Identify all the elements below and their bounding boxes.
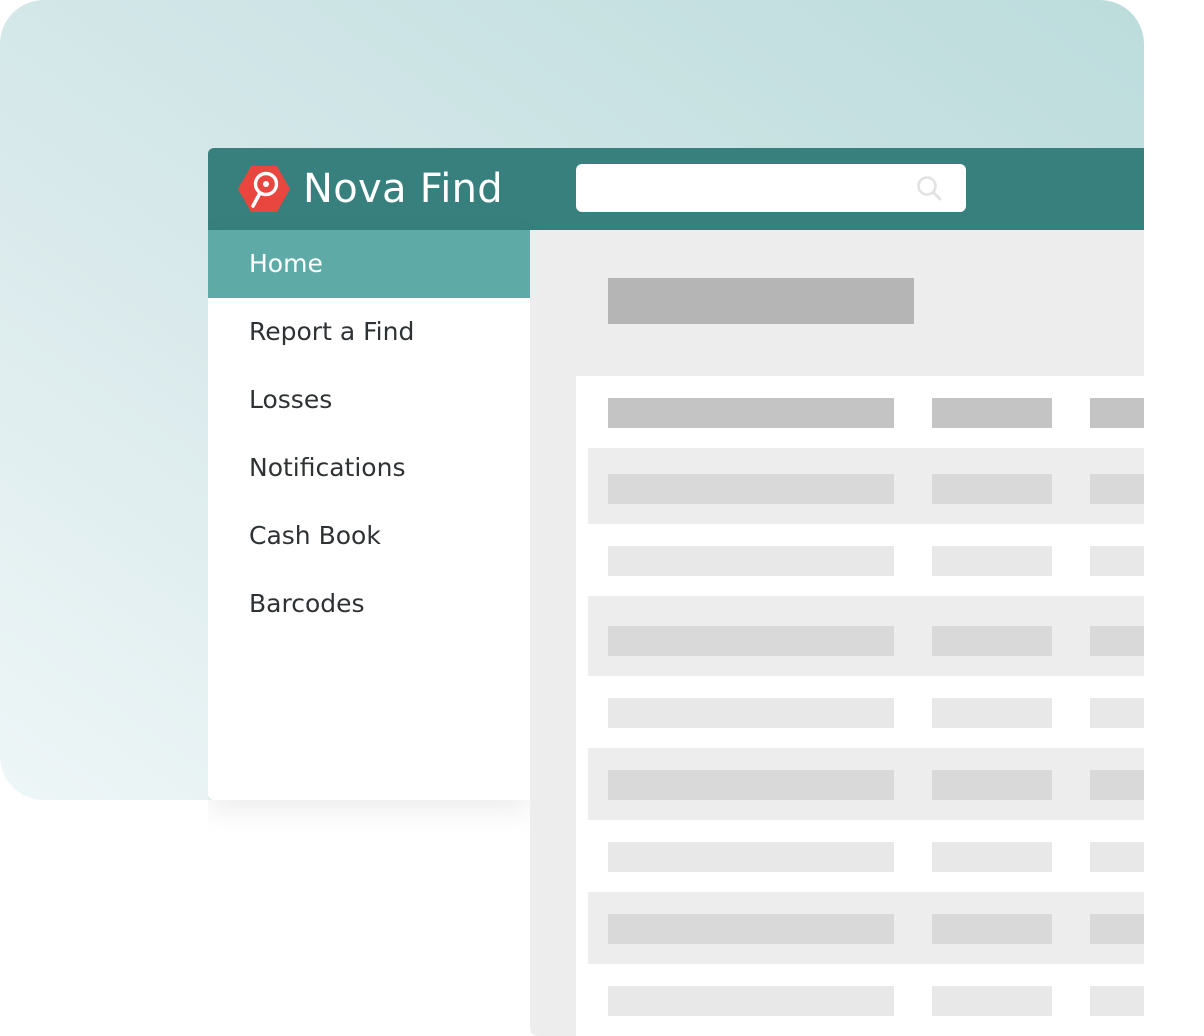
table-row[interactable] — [588, 676, 1144, 748]
search-icon[interactable] — [914, 173, 944, 203]
table-row[interactable] — [588, 820, 1144, 892]
cell-placeholder — [932, 842, 1052, 872]
sidebar-item-home[interactable]: Home — [208, 230, 530, 298]
cell-placeholder — [608, 842, 894, 872]
cell-placeholder — [932, 770, 1052, 800]
cell-placeholder — [1090, 914, 1144, 944]
cell-placeholder — [1090, 474, 1144, 504]
table-row[interactable] — [588, 524, 1144, 596]
sidebar-item-losses[interactable]: Losses — [208, 366, 530, 434]
cell-placeholder — [932, 914, 1052, 944]
cell-placeholder — [1090, 626, 1144, 656]
sidebar: Home Report a Find Losses Notifications … — [208, 230, 530, 800]
cell-placeholder — [932, 546, 1052, 576]
table-row[interactable] — [588, 892, 1144, 964]
cell-placeholder — [1090, 698, 1144, 728]
cell-placeholder — [1090, 770, 1144, 800]
magnifier-pin-icon — [238, 166, 290, 212]
cell-placeholder — [608, 546, 894, 576]
cell-placeholder — [608, 986, 894, 1016]
cell-placeholder — [608, 474, 894, 504]
cell-placeholder — [932, 474, 1052, 504]
cell-placeholder — [932, 626, 1052, 656]
sidebar-item-cash-book[interactable]: Cash Book — [208, 502, 530, 570]
page-title-placeholder — [608, 278, 914, 324]
search-box[interactable] — [576, 164, 966, 212]
sidebar-item-barcodes[interactable]: Barcodes — [208, 570, 530, 638]
cell-placeholder — [608, 626, 894, 656]
table-row[interactable] — [588, 748, 1144, 820]
cell-placeholder — [932, 986, 1052, 1016]
header-cell-placeholder — [932, 398, 1052, 428]
cell-placeholder — [1090, 842, 1144, 872]
stage: Nova Find Home Report a Find Losses Noti… — [0, 0, 1204, 1036]
app-window: Nova Find Home Report a Find Losses Noti… — [208, 148, 1144, 1036]
cell-placeholder — [1090, 546, 1144, 576]
table-row[interactable] — [588, 596, 1144, 676]
table-row[interactable] — [588, 448, 1144, 524]
cell-placeholder — [608, 698, 894, 728]
header-cell-placeholder — [608, 398, 894, 428]
app-title: Nova Find — [303, 166, 503, 212]
main-content — [530, 230, 1144, 1036]
search-input[interactable] — [576, 164, 906, 212]
top-bar: Nova Find — [208, 148, 1144, 230]
sidebar-item-report-a-find[interactable]: Report a Find — [208, 298, 530, 366]
data-table — [576, 376, 1144, 1036]
sidebar-item-notifications[interactable]: Notifications — [208, 434, 530, 502]
cell-placeholder — [608, 914, 894, 944]
table-header-row — [588, 376, 1144, 448]
cell-placeholder — [1090, 986, 1144, 1016]
header-cell-placeholder — [1090, 398, 1144, 428]
table-row[interactable] — [588, 964, 1144, 1036]
cell-placeholder — [608, 770, 894, 800]
cell-placeholder — [932, 698, 1052, 728]
